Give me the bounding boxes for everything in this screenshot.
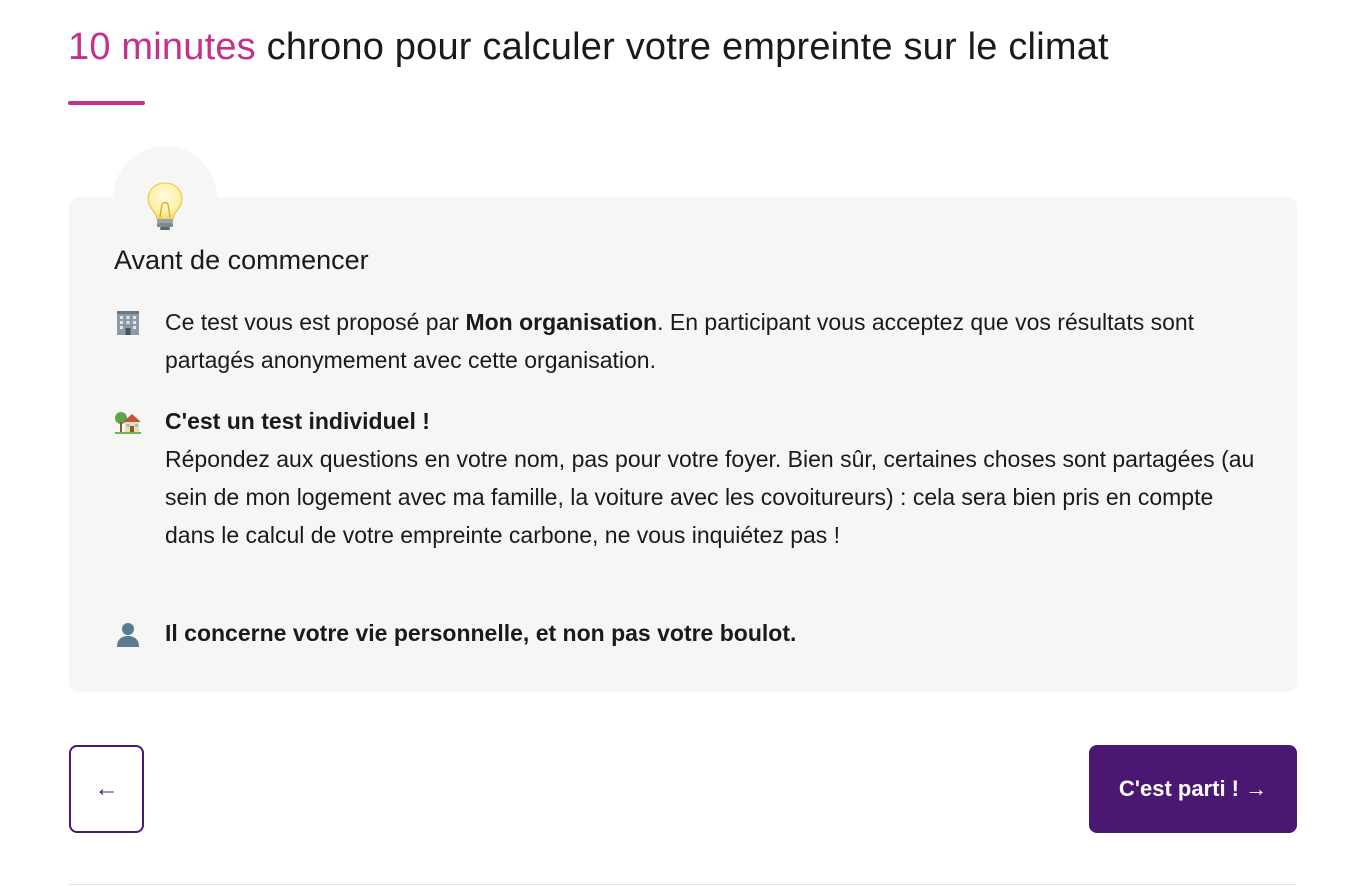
title-highlight: 10 minutes <box>68 26 256 68</box>
title-underline <box>68 101 145 105</box>
arrow-left-icon: ← <box>94 775 119 802</box>
divider <box>69 884 1297 885</box>
list-item: C'est un test individuel ! Répondez aux q… <box>114 402 1264 554</box>
back-button[interactable]: ← <box>69 745 144 833</box>
page-title: 10 minutes chrono pour calculer votre em… <box>68 22 1109 72</box>
organisation-name: Mon organisation <box>465 309 658 335</box>
light-bulb-icon <box>147 182 183 230</box>
house-with-garden-icon <box>115 412 141 434</box>
office-building-icon <box>117 311 139 335</box>
card-title: Avant de commencer <box>114 245 369 275</box>
item-text-before: Ce test vous est proposé par <box>165 309 466 335</box>
list-item: Il concerne votre vie personnelle, et no… <box>114 614 1264 652</box>
list-item: Ce test vous est proposé par Mon organis… <box>114 303 1264 379</box>
item-text: C'est un test individuel ! Répondez aux q… <box>165 402 1264 554</box>
item-heading: Il concerne votre vie personnelle, et no… <box>165 620 797 646</box>
item-text: Ce test vous est proposé par Mon organis… <box>165 303 1264 379</box>
title-rest: chrono pour calculer votre empreinte sur… <box>255 26 1109 68</box>
item-heading: C'est un test individuel ! <box>165 408 430 434</box>
person-silhouette-icon <box>117 623 139 647</box>
item-text: Il concerne votre vie personnelle, et no… <box>165 614 1264 652</box>
start-button[interactable]: C'est parti ! → <box>1089 745 1297 833</box>
page: 10 minutes chrono pour calculer votre em… <box>0 0 1350 886</box>
item-description: Répondez aux questions en votre nom, pas… <box>165 446 1255 548</box>
